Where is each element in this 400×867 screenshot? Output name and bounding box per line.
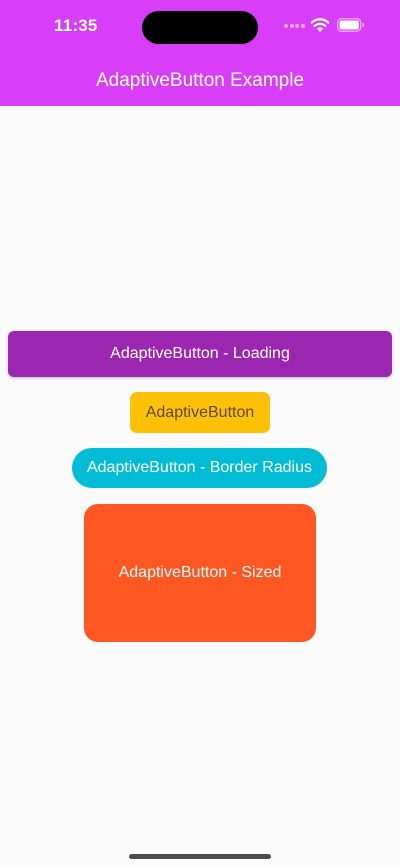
loading-button[interactable]: AdaptiveButton - Loading bbox=[8, 331, 392, 377]
sized-button[interactable]: AdaptiveButton - Sized bbox=[84, 504, 316, 642]
status-time: 11:35 bbox=[54, 16, 98, 35]
border-radius-button[interactable]: AdaptiveButton - Border Radius bbox=[72, 448, 327, 488]
page-title: AdaptiveButton Example bbox=[95, 70, 305, 91]
signal-icon bbox=[284, 24, 306, 30]
battery-icon bbox=[337, 18, 365, 32]
dynamic-island bbox=[142, 11, 258, 44]
adaptive-button[interactable]: AdaptiveButton bbox=[130, 392, 270, 433]
wifi-icon bbox=[310, 18, 330, 32]
home-indicator[interactable] bbox=[129, 854, 271, 859]
app-bar: 11:35 AdaptiveButton Example bbox=[0, 0, 400, 106]
